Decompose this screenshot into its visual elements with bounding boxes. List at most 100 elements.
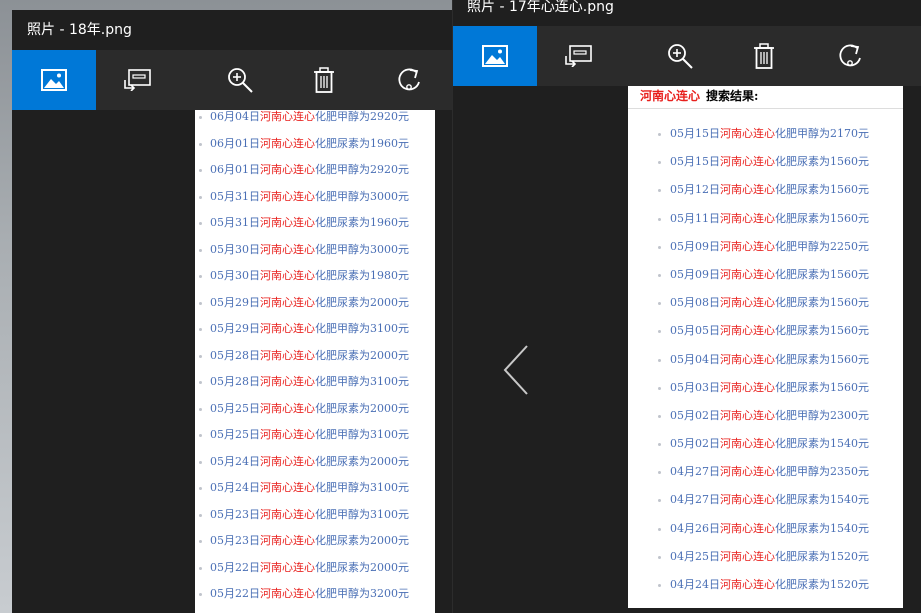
- list-item[interactable]: 05月12日河南心连心化肥尿素为1560元: [628, 183, 903, 211]
- item-keyword: 河南心连心: [260, 216, 315, 229]
- rotate-button[interactable]: [808, 26, 892, 86]
- list-item[interactable]: 05月15日河南心连心化肥甲醇为2170元: [628, 127, 903, 155]
- view-image-button[interactable]: [12, 50, 96, 110]
- list-item[interactable]: 05月25日河南心连心化肥甲醇为3100元: [195, 428, 435, 455]
- item-keyword: 河南心连心: [720, 408, 775, 422]
- item-keyword: 河南心连心: [260, 110, 315, 123]
- list-item[interactable]: 05月05日河南心连心化肥尿素为1560元: [628, 324, 903, 352]
- item-price-text: 化肥尿素为1560元: [775, 183, 869, 197]
- list-item[interactable]: 05月08日河南心连心化肥尿素为1560元: [628, 296, 903, 324]
- item-keyword: 河南心连心: [260, 428, 315, 441]
- list-item[interactable]: 06月04日河南心连心化肥甲醇为2920元: [195, 110, 435, 137]
- list-item[interactable]: 05月22日河南心连心化肥尿素为2000元: [195, 561, 435, 588]
- item-price-text: 化肥尿素为1560元: [775, 352, 869, 366]
- list-item[interactable]: 05月29日河南心连心化肥甲醇为3100元: [195, 322, 435, 349]
- item-keyword: 河南心连心: [720, 296, 775, 310]
- slideshow-button[interactable]: [537, 26, 621, 86]
- list-item[interactable]: 04月27日河南心连心化肥甲醇为2350元: [628, 465, 903, 493]
- item-keyword: 河南心连心: [260, 348, 315, 362]
- item-date: 05月05日: [670, 324, 720, 338]
- image-viewer[interactable]: 06月04日河南心连心化肥甲醇为2920元 06月01日河南心连心化肥尿素为196…: [12, 110, 452, 613]
- list-item[interactable]: 05月02日河南心连心化肥尿素为1540元: [628, 437, 903, 465]
- photos-window-17[interactable]: 照片 - 17年心连心.png 河南心连心 搜索结果: 05月15日河南心连心化…: [452, 0, 921, 613]
- item-keyword: 河南心连心: [720, 465, 775, 479]
- list-item[interactable]: 05月31日河南心连心化肥尿素为1960元: [195, 216, 435, 243]
- desktop-background: 照片 - 18年.png 06月04日河南心连心化肥甲醇为2920元 06月01…: [0, 0, 921, 613]
- list-item[interactable]: 04月24日河南心连心化肥尿素为1520元: [628, 578, 903, 606]
- list-item[interactable]: 05月25日河南心连心化肥尿素为2000元: [195, 402, 435, 429]
- list-item[interactable]: 05月04日河南心连心化肥尿素为1560元: [628, 353, 903, 381]
- list-item[interactable]: 05月28日河南心连心化肥甲醇为3100元: [195, 375, 435, 402]
- item-price-text: 化肥甲醇为3200元: [315, 587, 409, 600]
- item-keyword: 河南心连心: [720, 324, 775, 338]
- list-item[interactable]: 05月23日河南心连心化肥甲醇为3100元: [195, 508, 435, 535]
- photos-window-18[interactable]: 照片 - 18年.png 06月04日河南心连心化肥甲醇为2920元 06月01…: [12, 10, 452, 613]
- slideshow-icon: [124, 69, 151, 91]
- list-item[interactable]: 05月09日河南心连心化肥尿素为1560元: [628, 268, 903, 296]
- item-date: 05月15日: [670, 155, 720, 169]
- item-keyword: 河南心连心: [720, 211, 775, 225]
- item-price-text: 化肥尿素为1560元: [775, 380, 869, 394]
- list-item[interactable]: 06月01日河南心连心化肥甲醇为2920元: [195, 163, 435, 190]
- list-item[interactable]: 05月15日河南心连心化肥尿素为1560元: [628, 155, 903, 183]
- list-item[interactable]: 05月29日河南心连心化肥尿素为2000元: [195, 296, 435, 323]
- item-keyword: 河南心连心: [260, 587, 315, 600]
- list-item[interactable]: 04月26日河南心连心化肥尿素为1540元: [628, 522, 903, 550]
- item-date: 05月03日: [670, 380, 720, 394]
- image-icon: [482, 45, 508, 67]
- item-price-text: 化肥甲醇为3100元: [315, 375, 409, 388]
- slideshow-button[interactable]: [96, 50, 180, 110]
- item-date: 04月24日: [670, 578, 720, 591]
- view-image-button[interactable]: [453, 26, 537, 86]
- zoom-in-icon: [668, 44, 693, 69]
- list-item[interactable]: 05月28日河南心连心化肥尿素为2000元: [195, 349, 435, 376]
- delete-button[interactable]: [722, 26, 806, 86]
- list-item[interactable]: 05月31日河南心连心化肥甲醇为3000元: [195, 190, 435, 217]
- list-item[interactable]: 05月22日河南心连心化肥甲醇为3200元: [195, 587, 435, 613]
- item-price-text: 化肥甲醇为2250元: [775, 239, 869, 253]
- item-date: 04月26日: [670, 521, 720, 535]
- zoom-in-icon: [228, 68, 253, 93]
- item-price-text: 化肥尿素为2000元: [315, 348, 409, 362]
- item-date: 06月01日: [210, 163, 260, 176]
- photo-content: 06月04日河南心连心化肥甲醇为2920元 06月01日河南心连心化肥尿素为196…: [195, 110, 435, 613]
- item-price-text: 化肥尿素为1560元: [775, 211, 869, 225]
- list-item[interactable]: 05月03日河南心连心化肥尿素为1560元: [628, 381, 903, 409]
- item-price-text: 化肥尿素为1540元: [775, 521, 869, 535]
- list-item[interactable]: 05月09日河南心连心化肥甲醇为2250元: [628, 240, 903, 268]
- photos-toolbar: [12, 50, 452, 110]
- item-keyword: 河南心连心: [720, 127, 775, 140]
- list-item[interactable]: 04月25日河南心连心化肥尿素为1520元: [628, 550, 903, 578]
- item-keyword: 河南心连心: [260, 454, 315, 468]
- list-item[interactable]: 05月02日河南心连心化肥甲醇为2300元: [628, 409, 903, 437]
- list-item[interactable]: 04月27日河南心连心化肥尿素为1540元: [628, 493, 903, 521]
- list-item[interactable]: 05月24日河南心连心化肥尿素为2000元: [195, 455, 435, 482]
- list-item[interactable]: 05月30日河南心连心化肥尿素为1980元: [195, 269, 435, 296]
- zoom-in-button[interactable]: [198, 50, 282, 110]
- item-keyword: 河南心连心: [720, 380, 775, 394]
- list-item[interactable]: 05月24日河南心连心化肥甲醇为3100元: [195, 481, 435, 508]
- item-keyword: 河南心连心: [720, 267, 775, 281]
- item-keyword: 河南心连心: [720, 155, 775, 169]
- previous-image-button[interactable]: [501, 342, 531, 398]
- item-date: 05月29日: [210, 295, 260, 309]
- item-date: 05月08日: [670, 296, 720, 310]
- rotate-button[interactable]: [367, 50, 451, 110]
- delete-button[interactable]: [282, 50, 366, 110]
- image-viewer[interactable]: 河南心连心 搜索结果: 05月15日河南心连心化肥甲醇为2170元 05月15日河南…: [453, 86, 921, 613]
- list-item[interactable]: 05月23日河南心连心化肥尿素为2000元: [195, 534, 435, 561]
- zoom-in-button[interactable]: [638, 26, 722, 86]
- item-price-text: 化肥尿素为2000元: [315, 454, 409, 468]
- rotate-icon: [839, 44, 861, 67]
- item-price-text: 化肥尿素为1540元: [775, 437, 869, 451]
- item-keyword: 河南心连心: [260, 189, 315, 203]
- list-item[interactable]: 05月11日河南心连心化肥尿素为1560元: [628, 212, 903, 240]
- item-date: 05月02日: [670, 408, 720, 422]
- item-date: 05月25日: [210, 401, 260, 415]
- list-item[interactable]: 05月30日河南心连心化肥甲醇为3000元: [195, 243, 435, 270]
- item-price-text: 化肥尿素为1560元: [775, 296, 869, 310]
- item-keyword: 河南心连心: [260, 163, 315, 176]
- item-price-text: 化肥甲醇为3000元: [315, 242, 409, 256]
- window-title: 照片 - 17年心连心.png: [453, 0, 921, 26]
- list-item[interactable]: 06月01日河南心连心化肥尿素为1960元: [195, 137, 435, 164]
